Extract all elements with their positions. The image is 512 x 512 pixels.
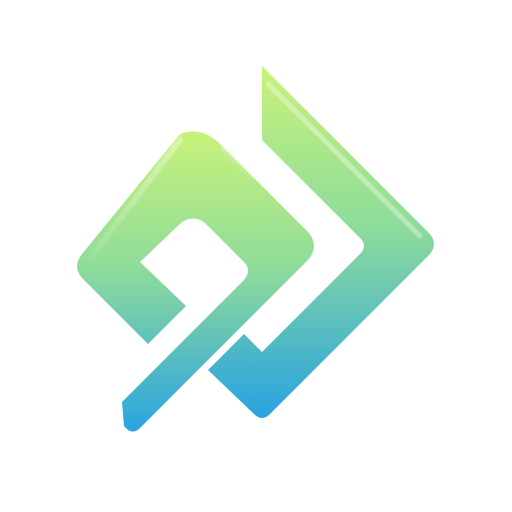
app-logo-mark: [77, 66, 434, 432]
app-icon-canvas: [0, 0, 512, 512]
